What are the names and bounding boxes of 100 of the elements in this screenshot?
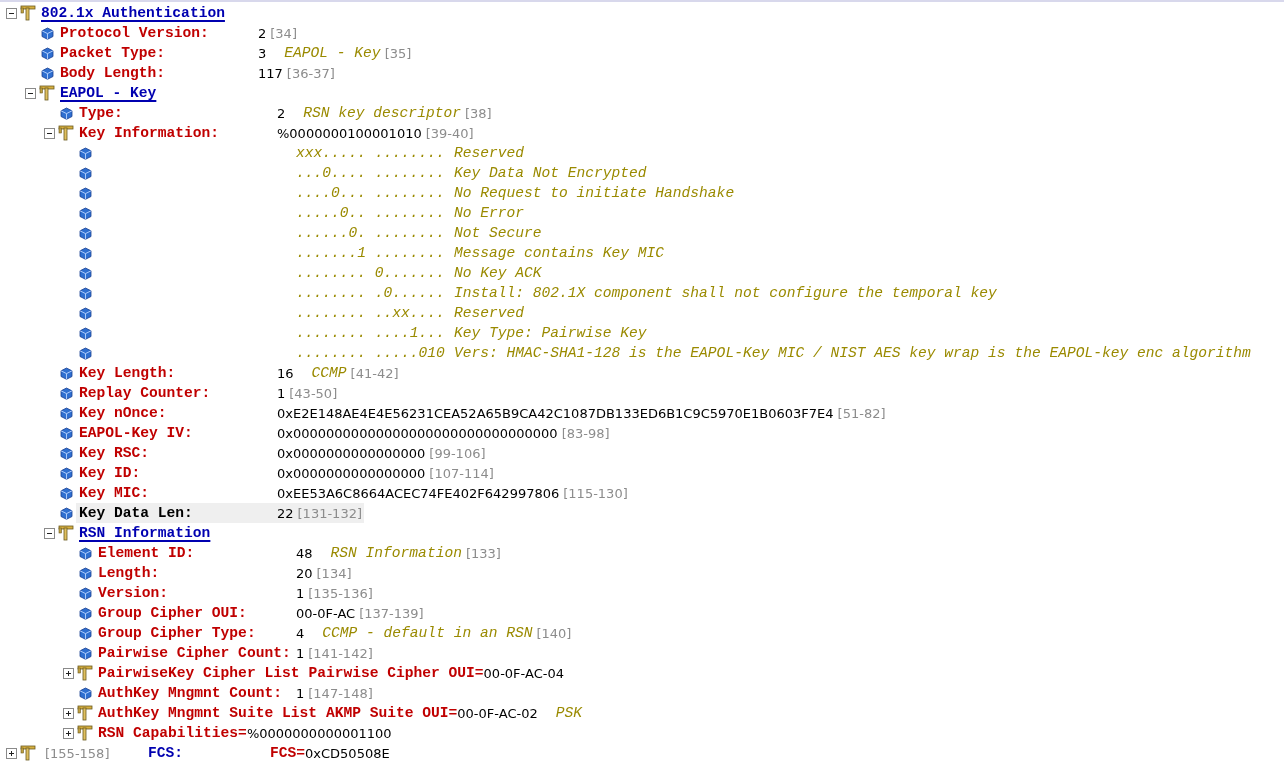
bit-mask: ........ 0....... xyxy=(296,265,445,281)
field-label: Key Data Len: xyxy=(79,505,194,521)
bit-mask: .....0.. ........ xyxy=(296,205,445,221)
field-value: 0xEE53A6C8664ACEC74FE402F642997806 xyxy=(277,485,560,501)
expand-icon[interactable] xyxy=(63,667,74,679)
byte-range: [147-148] xyxy=(308,685,373,701)
byte-range: [141-142] xyxy=(308,645,373,661)
field-description: CCMP xyxy=(311,365,347,381)
field-icon xyxy=(60,486,73,500)
byte-range: [99-106] xyxy=(429,445,486,461)
field-value: %0000000100001010 xyxy=(277,125,422,141)
field-value: 00-0F-AC-02 xyxy=(457,705,538,721)
field-icon xyxy=(79,646,92,660)
field-value: 00-0F-AC xyxy=(296,605,356,621)
field-icon xyxy=(79,146,92,160)
field-value: 0xCD50508E xyxy=(305,745,390,761)
field-value: %0000000000001100 xyxy=(246,725,392,741)
field-icon xyxy=(79,326,92,340)
byte-range: [135-136] xyxy=(308,585,373,601)
bit-mask: ......0. ........ xyxy=(296,225,445,241)
byte-range: [36-37] xyxy=(286,65,335,81)
field-icon xyxy=(41,46,54,60)
field-icon xyxy=(79,246,92,260)
field-label: Group Cipher OUI: xyxy=(98,605,248,621)
field-description: PSK xyxy=(555,705,582,721)
tree-node-icon xyxy=(77,665,93,681)
field-value: 20 xyxy=(296,565,313,581)
field-icon xyxy=(79,206,92,220)
field-label: Key RSC: xyxy=(79,445,151,461)
field-icon xyxy=(41,26,54,40)
byte-range: [134] xyxy=(316,565,352,581)
field-label: EAPOL-Key IV: xyxy=(79,425,194,441)
expand-icon[interactable] xyxy=(63,707,74,719)
field-label: Group Cipher Type: xyxy=(98,625,257,641)
bit-mask: ........ ..xx.... xyxy=(296,305,445,321)
field-value: 0x0000000000000000 xyxy=(277,465,426,481)
field-value: 2 xyxy=(258,25,267,41)
expand-icon[interactable] xyxy=(63,727,74,739)
field-value: 22 xyxy=(277,505,294,521)
byte-range: [51-82] xyxy=(837,405,886,421)
field-value: 4 xyxy=(296,625,305,641)
field-label: Element ID: xyxy=(98,545,196,561)
collapse-icon[interactable] xyxy=(6,7,17,19)
byte-range: [83-98] xyxy=(561,425,610,441)
field-value: 2 xyxy=(277,105,286,121)
field-label: Key MIC: xyxy=(79,485,151,501)
field-value: 117 xyxy=(258,65,283,81)
tree-node-icon xyxy=(58,125,74,141)
field-value: 0xE2E148AE4E4E56231CEA52A65B9CA42C1087DB133ED6B1C9C5970E1B0603F7E4 xyxy=(277,405,834,421)
section-title[interactable]: RSN Information xyxy=(79,525,211,541)
expand-icon[interactable] xyxy=(6,747,17,759)
summary-label: FCS= xyxy=(270,745,306,761)
field-icon xyxy=(79,166,92,180)
field-icon xyxy=(79,346,92,360)
field-description: Message contains Key MIC xyxy=(453,245,665,261)
tree-node-icon xyxy=(77,725,93,741)
bit-mask: ........ .....010 xyxy=(296,345,445,361)
field-icon xyxy=(60,506,73,520)
field-icon xyxy=(79,226,92,240)
field-description: EAPOL - Key xyxy=(284,45,381,61)
field-label: Body Length: xyxy=(60,65,167,81)
field-icon xyxy=(60,426,73,440)
section-title[interactable]: EAPOL - Key xyxy=(60,85,157,101)
summary-label: Pairwise Cipher OUI= xyxy=(308,665,484,681)
field-label: Key ID: xyxy=(79,465,142,481)
field-value: 1 xyxy=(296,645,305,661)
field-description: Vers: HMAC-SHA1-128 is the EAPOL-Key MIC / NIST AES key wrap is the EAPOL-key enc algorithm xyxy=(453,345,1251,361)
field-value: 16 xyxy=(277,365,294,381)
collapse-icon[interactable] xyxy=(44,527,55,539)
collapse-icon[interactable] xyxy=(44,127,55,139)
field-description: RSN Information xyxy=(330,545,462,561)
tree-node-icon xyxy=(39,85,55,101)
byte-range: [41-42] xyxy=(350,365,399,381)
field-icon xyxy=(79,266,92,280)
byte-range: [115-130] xyxy=(563,485,628,501)
field-description: Install: 802.1X component shall not configure the temporal key xyxy=(453,285,997,301)
field-label: Replay Counter: xyxy=(79,385,212,401)
field-description: Key Type: Pairwise Key xyxy=(453,325,647,341)
bit-mask: ....0... ........ xyxy=(296,185,445,201)
field-label: AuthKey Mngmnt Suite List xyxy=(98,705,317,721)
byte-range: [137-139] xyxy=(359,605,424,621)
field-description: No Key ACK xyxy=(453,265,542,281)
field-description: Reserved xyxy=(453,145,524,161)
field-label: Key Information: xyxy=(79,125,221,141)
field-icon xyxy=(79,186,92,200)
byte-range: [39-40] xyxy=(425,125,474,141)
collapse-icon[interactable] xyxy=(25,87,36,99)
field-value: 48 xyxy=(296,545,313,561)
byte-range: [34] xyxy=(270,25,297,41)
section-title[interactable]: 802.1x Authentication xyxy=(41,5,225,21)
byte-range: [133] xyxy=(465,545,501,561)
field-icon xyxy=(79,686,92,700)
field-value: 3 xyxy=(258,45,267,61)
field-label: Key Length: xyxy=(79,365,177,381)
field-label: AuthKey Mngmnt Count: xyxy=(98,685,283,701)
field-description: CCMP - default in an RSN xyxy=(322,625,533,641)
field-value: 00-0F-AC-04 xyxy=(483,665,564,681)
field-description: RSN key descriptor xyxy=(303,105,461,121)
field-icon xyxy=(60,446,73,460)
byte-range: [107-114] xyxy=(429,465,494,481)
